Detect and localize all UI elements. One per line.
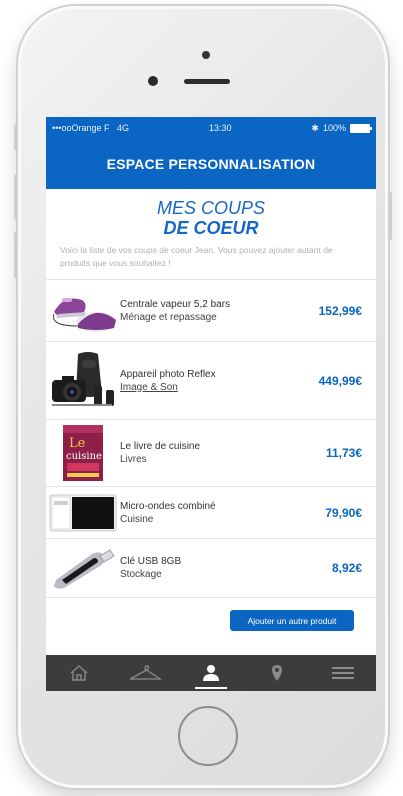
svg-text:Le: Le — [69, 436, 86, 451]
menu-icon — [332, 667, 354, 679]
product-name: Micro-ondes combiné — [120, 500, 216, 512]
hanger-icon — [129, 665, 162, 680]
battery-percent: 100% — [322, 123, 346, 133]
list-item[interactable]: Micro-ondes combiné Cuisine 79,90€ — [46, 487, 376, 539]
product-category: Livres — [120, 454, 147, 465]
product-info: Le livre de cuisine Livres — [120, 440, 284, 466]
intro-text: Voici la liste de vos coups de coeur Jea… — [60, 245, 333, 268]
home-button[interactable] — [178, 706, 238, 766]
volume-down-button — [14, 232, 18, 278]
product-price: 8,92€ — [331, 561, 362, 575]
page-title: ESPACE PERSONNALISATION — [106, 156, 316, 172]
product-category: Cuisine — [120, 513, 154, 525]
app-screen: •••ooOrange F 4G 13:30 ✱ 100% ESPACE PER… — [46, 117, 376, 691]
earpiece-speaker — [184, 79, 230, 84]
battery-icon — [350, 123, 372, 133]
clock: 13:30 — [208, 123, 232, 133]
status-right: ✱ 100% — [311, 122, 372, 134]
cookbook-icon: Le cuisine — [46, 423, 120, 483]
tab-stores[interactable] — [252, 655, 302, 691]
status-bar: •••ooOrange F 4G 13:30 ✱ 100% — [46, 117, 376, 139]
usb-key-icon — [46, 546, 120, 590]
volume-up-button — [14, 174, 18, 220]
hero-line-2: DE COEUR — [163, 218, 259, 238]
mute-switch — [14, 124, 18, 150]
tab-bar — [46, 655, 376, 691]
front-camera — [148, 76, 158, 86]
product-category: Stockage — [120, 569, 162, 580]
product-price: 11,73€ — [325, 446, 362, 460]
tab-hanger[interactable] — [120, 655, 170, 691]
product-category: Ménage et repassage — [120, 311, 217, 323]
network-label: 4G — [117, 123, 130, 133]
list-item[interactable]: Appareil photo Reflex Image & Son 449,99… — [46, 342, 376, 420]
add-product-wrap: Ajouter un autre produit — [46, 598, 376, 631]
list-item[interactable]: Centrale vapeur 5,2 bars Ménage et repas… — [46, 280, 376, 342]
favorites-list: Centrale vapeur 5,2 bars Ménage et repas… — [46, 279, 376, 598]
tab-home[interactable] — [54, 655, 104, 691]
location-pin-icon — [272, 665, 282, 681]
svg-text:cuisine: cuisine — [66, 451, 102, 462]
carrier-network: •••ooOrange F 4G — [52, 123, 129, 133]
sensor-dot — [202, 51, 210, 59]
add-product-button[interactable]: Ajouter un autre produit — [230, 610, 354, 631]
hero-title: MES COUPS DE COEUR — [46, 189, 376, 238]
header-bar: ESPACE PERSONNALISATION — [46, 139, 376, 189]
home-icon — [70, 665, 88, 681]
hero-line-1: MES COUPS — [156, 198, 266, 218]
product-category-link[interactable]: Image & Son — [120, 381, 284, 394]
product-info: Centrale vapeur 5,2 bars Ménage et repas… — [120, 298, 284, 324]
microwave-icon — [46, 493, 120, 533]
camera-icon — [46, 350, 120, 412]
product-info: Clé USB 8GB Stockage — [120, 555, 284, 581]
steam-iron-icon — [46, 286, 120, 336]
product-price: 79,90€ — [325, 505, 362, 520]
user-icon — [203, 665, 219, 681]
product-name: Centrale vapeur 5,2 bars — [120, 298, 231, 310]
product-info: Micro-ondes combiné Cuisine — [120, 500, 284, 526]
product-info: Appareil photo Reflex Image & Son — [120, 368, 284, 394]
tab-profile[interactable] — [186, 655, 236, 691]
bluetooth-icon: ✱ — [311, 122, 319, 133]
product-name: Clé USB 8GB — [120, 556, 182, 567]
product-price: 152,99€ — [318, 303, 362, 318]
list-item[interactable]: Clé USB 8GB Stockage 8,92€ — [46, 539, 376, 598]
product-name: Le livre de cuisine — [120, 441, 201, 452]
product-price: 449,99€ — [318, 373, 362, 388]
product-name: Appareil photo Reflex — [120, 368, 216, 380]
carrier-label: •••ooOrange F — [52, 123, 110, 133]
power-button — [388, 192, 392, 240]
tab-menu[interactable] — [318, 655, 368, 691]
list-item[interactable]: Le cuisine Le livre de cuisine Livres 11… — [46, 420, 376, 487]
